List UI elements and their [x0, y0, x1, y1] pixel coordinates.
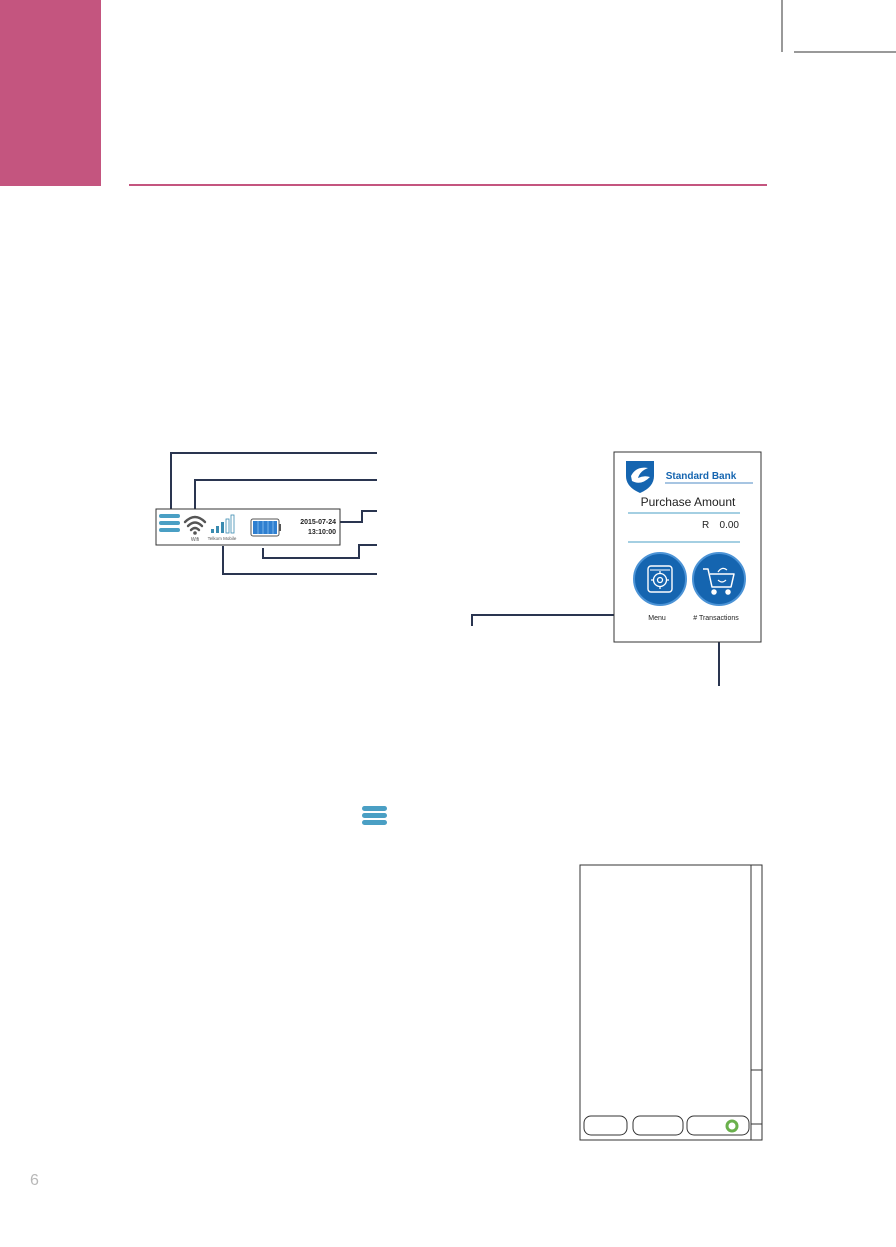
scrollbar[interactable] — [750, 864, 763, 1141]
menu-screen-button-2[interactable] — [632, 1115, 684, 1136]
page-number: 6 — [30, 1172, 39, 1189]
menu-screen-frame — [579, 864, 763, 1141]
menu-screen-button-3[interactable] — [686, 1115, 750, 1136]
terminal-menu-screen — [579, 864, 763, 1141]
menu-screen-button-1[interactable] — [583, 1115, 628, 1136]
